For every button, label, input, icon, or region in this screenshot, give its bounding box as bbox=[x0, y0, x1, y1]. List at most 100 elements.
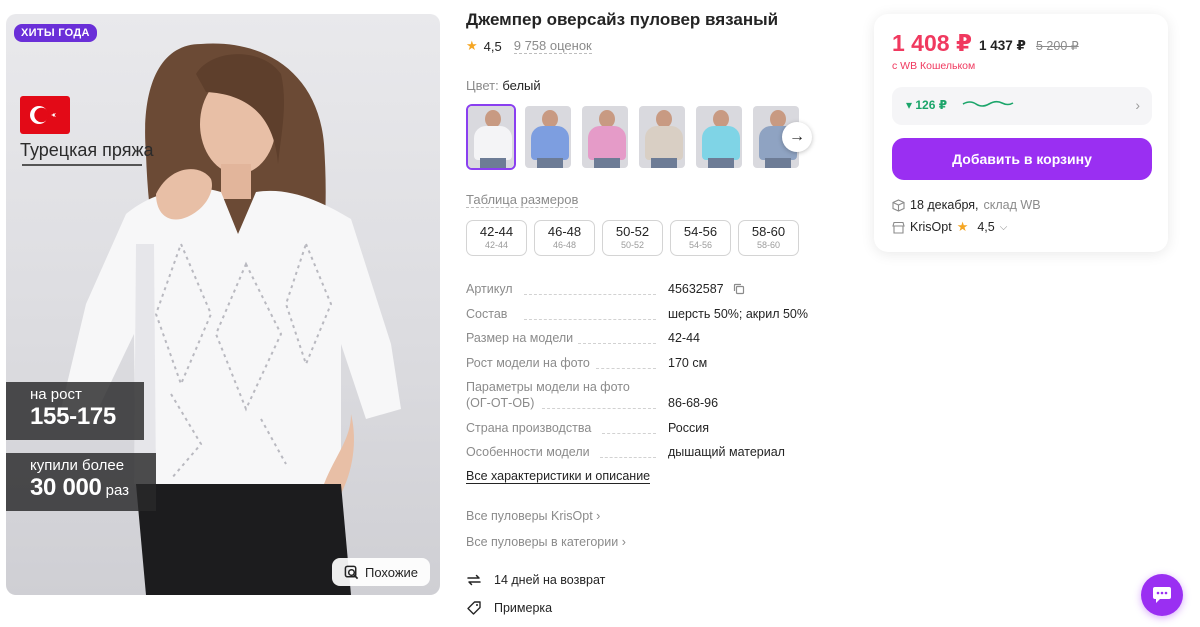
similar-button-label: Похожие bbox=[364, 564, 419, 580]
spec-row-model-params: Параметры модели на фото (ОГ-ОТ-ОБ) 86-68… bbox=[466, 379, 836, 411]
delivery-warehouse: склад WB bbox=[983, 198, 1041, 212]
return-info: 14 дней на возврат bbox=[466, 572, 605, 588]
chat-button[interactable] bbox=[1141, 574, 1183, 616]
turkey-flag-icon bbox=[20, 96, 70, 134]
thumbs-next-arrow-icon[interactable]: → bbox=[782, 122, 812, 152]
spec-value: 42-44 bbox=[668, 331, 700, 345]
size-option[interactable]: 50-52 50-52 bbox=[602, 220, 663, 256]
seller-name: KrisOpt bbox=[910, 220, 952, 234]
old-price: 5 200 ₽ bbox=[1036, 39, 1079, 53]
spec-value: 86-68-96 bbox=[668, 396, 719, 410]
category-link-label: Все пуловеры в категории bbox=[466, 535, 619, 549]
size-option[interactable]: 54-56 54-56 bbox=[670, 220, 731, 256]
spec-value: шерсть 50%; акрил 50% bbox=[668, 306, 808, 321]
spec-row-composition: Состав шерсть 50%; акрил 50% bbox=[466, 306, 836, 322]
rating-summary: ★ 4,5 9 758 оценок bbox=[466, 38, 592, 54]
brand-category-link-label: Все пуловеры KrisOpt bbox=[466, 509, 593, 523]
product-main-image[interactable]: ХИТЫ ГОДА Турецкая пряжа на рост 155-175… bbox=[6, 14, 440, 595]
spec-key: Состав bbox=[466, 306, 508, 321]
star-icon: ★ bbox=[466, 38, 478, 53]
reviews-link[interactable]: 9 758 оценок bbox=[513, 38, 592, 54]
wallet-price: 1 408 ₽ bbox=[892, 30, 972, 56]
add-to-cart-button[interactable]: Добавить в корзину bbox=[892, 138, 1152, 180]
promo-height-value: 155-175 bbox=[30, 403, 116, 430]
color-thumb-turquoise[interactable] bbox=[694, 104, 744, 170]
delivery-info: 18 декабря, склад WB bbox=[892, 198, 1041, 212]
color-thumb-beige[interactable] bbox=[637, 104, 687, 170]
regular-price: 1 437 ₽ bbox=[979, 38, 1026, 53]
seller-info[interactable]: KrisOpt ★ 4,5 ⌵ bbox=[892, 219, 1007, 235]
spec-value: дышащий материал bbox=[668, 445, 785, 459]
chevron-down-icon: ⌵ bbox=[999, 221, 1008, 233]
spec-row-article: Артикул 45632587 bbox=[466, 281, 836, 297]
size-option[interactable]: 58-60 58-60 bbox=[738, 220, 799, 256]
tag-icon bbox=[467, 601, 481, 615]
fitting-label: Примерка bbox=[494, 601, 553, 615]
box-icon bbox=[892, 198, 905, 212]
size-sublabel: 42-44 bbox=[484, 240, 509, 250]
all-characteristics-link[interactable]: Все характеристики и описание bbox=[466, 469, 651, 484]
price-trend-icon bbox=[962, 100, 1014, 107]
size-sublabel: 50-52 bbox=[620, 240, 645, 250]
wallet-note: с WB Кошельком bbox=[892, 60, 976, 72]
delivery-date: 18 декабря, bbox=[910, 198, 979, 212]
promo-bought-unit: раз bbox=[105, 482, 130, 499]
color-thumb-blue[interactable] bbox=[523, 104, 573, 170]
size-sublabel: 58-60 bbox=[756, 240, 781, 250]
color-thumb-white[interactable] bbox=[466, 104, 516, 170]
promo-height-label: на рост bbox=[30, 386, 82, 403]
promo-bought: купили более 30 000 раз bbox=[6, 453, 156, 511]
spec-key-line2: (ОГ-ОТ-ОБ) bbox=[466, 396, 535, 410]
color-thumb-pink[interactable] bbox=[580, 104, 630, 170]
copy-icon[interactable] bbox=[733, 283, 745, 295]
chat-bubble-icon bbox=[1153, 587, 1171, 603]
size-label: 46-48 bbox=[547, 224, 582, 239]
size-table-link[interactable]: Таблица размеров bbox=[466, 192, 579, 208]
size-sublabel: 46-48 bbox=[552, 240, 577, 250]
yarn-caption: Турецкая пряжа bbox=[20, 140, 154, 160]
promo-height: на рост 155-175 bbox=[6, 382, 144, 440]
similar-button[interactable]: Похожие bbox=[332, 558, 430, 586]
color-value: белый bbox=[502, 78, 541, 93]
size-label: 58-60 bbox=[751, 224, 786, 239]
rating-value: 4,5 bbox=[483, 38, 502, 54]
brand-category-link[interactable]: Все пуловеры KrisOpt › bbox=[466, 509, 600, 523]
divider bbox=[22, 164, 142, 166]
size-label: 42-44 bbox=[479, 224, 514, 239]
color-label: Цвет: bbox=[466, 78, 499, 93]
spec-row-country: Страна производства Россия bbox=[466, 420, 836, 436]
spec-key: Страна производства bbox=[466, 420, 592, 435]
return-arrows-icon bbox=[467, 574, 481, 586]
product-title: Джемпер оверсайз пуловер вязаный bbox=[466, 10, 779, 29]
spec-row-model-size: Размер на модели 42-44 bbox=[466, 330, 836, 346]
size-option[interactable]: 42-44 42-44 bbox=[466, 220, 527, 256]
cashback-row[interactable]: ▾ 126 ₽ › bbox=[892, 87, 1152, 125]
spec-value: Россия bbox=[668, 420, 709, 435]
size-label: 54-56 bbox=[683, 224, 718, 239]
promo-bought-value: 30 000 bbox=[30, 474, 102, 501]
spec-key: Особенности модели bbox=[466, 445, 590, 459]
spec-value: 45632587 bbox=[668, 282, 724, 296]
spec-key: Параметры модели на фото bbox=[466, 380, 630, 394]
cashback-value: ▾ 126 ₽ bbox=[906, 98, 948, 112]
price-card: 1 408 ₽ 1 437 ₽ 5 200 ₽ с WB Кошельком ▾… bbox=[874, 14, 1168, 252]
spec-value: 170 см bbox=[668, 355, 708, 370]
spec-key: Рост модели на фото bbox=[466, 355, 590, 370]
color-thumbnails bbox=[466, 104, 801, 170]
cashback-amount: 126 ₽ bbox=[915, 98, 948, 112]
spec-row-features: Особенности модели дышащий материал bbox=[466, 444, 836, 460]
size-label: 50-52 bbox=[615, 224, 650, 239]
image-search-icon bbox=[344, 565, 359, 579]
promo-bought-label: купили более bbox=[30, 457, 125, 474]
spec-key: Артикул bbox=[466, 282, 513, 296]
chevron-right-icon: › bbox=[1135, 97, 1140, 113]
spec-key: Размер на модели bbox=[466, 331, 574, 345]
star-icon: ★ bbox=[956, 219, 969, 234]
hit-badge: ХИТЫ ГОДА bbox=[14, 24, 97, 42]
category-link[interactable]: Все пуловеры в категории › bbox=[466, 535, 626, 549]
seller-rating: 4,5 bbox=[977, 220, 995, 234]
return-label: 14 дней на возврат bbox=[494, 573, 606, 587]
size-option[interactable]: 46-48 46-48 bbox=[534, 220, 595, 256]
chevron-right-icon: › bbox=[596, 509, 601, 523]
fitting-info: Примерка bbox=[466, 600, 552, 616]
